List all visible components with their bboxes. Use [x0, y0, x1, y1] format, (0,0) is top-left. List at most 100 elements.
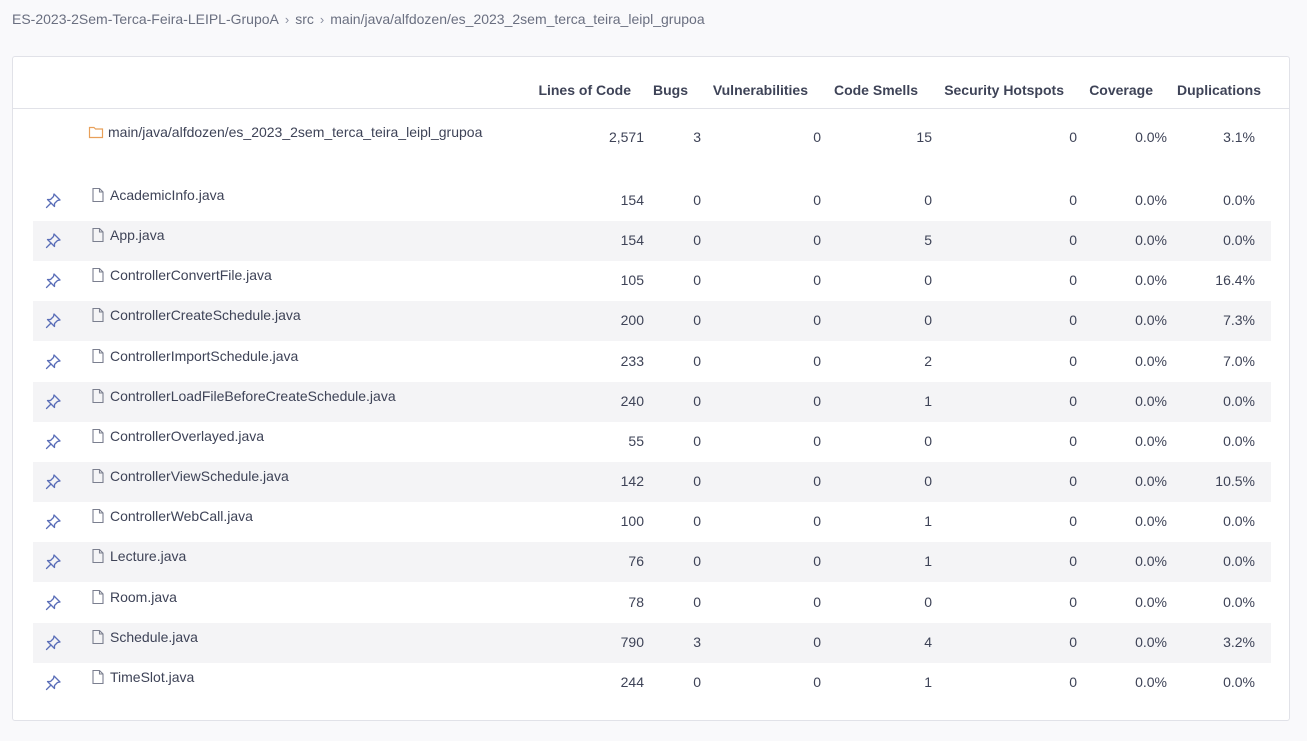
file-loc[interactable]: 790 — [621, 634, 644, 650]
file-security-hotspots[interactable]: 0 — [1069, 353, 1077, 369]
header-security-hotspots[interactable]: Security Hotspots — [944, 82, 1064, 98]
file-code-smells[interactable]: 2 — [924, 353, 932, 369]
file-name[interactable]: ControllerImportSchedule.java — [90, 348, 298, 364]
pin-icon[interactable] — [43, 311, 63, 331]
file-security-hotspots[interactable]: 0 — [1069, 272, 1077, 288]
table-row[interactable]: TimeSlot.java 244 0 0 1 0 0.0% 0.0% — [33, 663, 1271, 703]
file-name[interactable]: ControllerLoadFileBeforeCreateSchedule.j… — [90, 388, 396, 404]
pin-icon[interactable] — [43, 231, 63, 251]
header-duplications[interactable]: Duplications — [1177, 82, 1261, 98]
file-code-smells[interactable]: 1 — [924, 674, 932, 690]
file-bugs[interactable]: 0 — [693, 393, 701, 409]
pin-icon[interactable] — [43, 552, 63, 572]
file-duplications[interactable]: 7.0% — [1223, 353, 1255, 369]
file-loc[interactable]: 55 — [628, 433, 644, 449]
file-code-smells[interactable]: 1 — [924, 553, 932, 569]
file-duplications[interactable]: 0.0% — [1223, 553, 1255, 569]
table-row[interactable]: Room.java 78 0 0 0 0 0.0% 0.0% — [33, 583, 1271, 623]
table-row[interactable]: AcademicInfo.java 154 0 0 0 0 0.0% 0.0% — [33, 181, 1271, 221]
file-vulnerabilities[interactable]: 0 — [813, 634, 821, 650]
file-vulnerabilities[interactable]: 0 — [813, 272, 821, 288]
file-vulnerabilities[interactable]: 0 — [813, 513, 821, 529]
file-bugs[interactable]: 0 — [693, 473, 701, 489]
file-loc[interactable]: 154 — [621, 192, 644, 208]
table-row[interactable]: ControllerOverlayed.java 55 0 0 0 0 0.0%… — [33, 422, 1271, 462]
file-vulnerabilities[interactable]: 0 — [813, 192, 821, 208]
file-loc[interactable]: 142 — [621, 473, 644, 489]
table-row[interactable]: Schedule.java 790 3 0 4 0 0.0% 3.2% — [33, 623, 1271, 663]
header-vulnerabilities[interactable]: Vulnerabilities — [713, 82, 808, 98]
file-vulnerabilities[interactable]: 0 — [813, 232, 821, 248]
header-code-smells[interactable]: Code Smells — [834, 82, 918, 98]
pin-icon[interactable] — [43, 633, 63, 653]
file-security-hotspots[interactable]: 0 — [1069, 433, 1077, 449]
table-row[interactable]: ControllerConvertFile.java 105 0 0 0 0 0… — [33, 261, 1271, 301]
file-duplications[interactable]: 7.3% — [1223, 312, 1255, 328]
file-duplications[interactable]: 0.0% — [1223, 594, 1255, 610]
file-duplications[interactable]: 0.0% — [1223, 393, 1255, 409]
pin-icon[interactable] — [43, 352, 63, 372]
file-bugs[interactable]: 0 — [693, 232, 701, 248]
file-vulnerabilities[interactable]: 0 — [813, 433, 821, 449]
file-duplications[interactable]: 3.2% — [1223, 634, 1255, 650]
file-bugs[interactable]: 0 — [693, 192, 701, 208]
file-loc[interactable]: 76 — [628, 553, 644, 569]
pin-icon[interactable] — [43, 673, 63, 693]
breadcrumb-project[interactable]: ES-2023-2Sem-Terca-Feira-LEIPL-GrupoA — [12, 11, 279, 27]
file-duplications[interactable]: 0.0% — [1223, 232, 1255, 248]
file-code-smells[interactable]: 0 — [924, 272, 932, 288]
file-loc[interactable]: 233 — [621, 353, 644, 369]
file-code-smells[interactable]: 0 — [924, 312, 932, 328]
file-security-hotspots[interactable]: 0 — [1069, 634, 1077, 650]
file-security-hotspots[interactable]: 0 — [1069, 312, 1077, 328]
file-security-hotspots[interactable]: 0 — [1069, 473, 1077, 489]
file-security-hotspots[interactable]: 0 — [1069, 232, 1077, 248]
file-duplications[interactable]: 10.5% — [1215, 473, 1255, 489]
file-duplications[interactable]: 0.0% — [1223, 192, 1255, 208]
file-bugs[interactable]: 0 — [693, 433, 701, 449]
file-duplications[interactable]: 0.0% — [1223, 513, 1255, 529]
file-loc[interactable]: 105 — [621, 272, 644, 288]
file-security-hotspots[interactable]: 0 — [1069, 513, 1077, 529]
breadcrumb-path[interactable]: main/java/alfdozen/es_2023_2sem_terca_te… — [330, 11, 704, 27]
table-row[interactable]: Lecture.java 76 0 0 1 0 0.0% 0.0% — [33, 542, 1271, 582]
directory-security-hotspots[interactable]: 0 — [1069, 129, 1077, 145]
file-duplications[interactable]: 0.0% — [1223, 674, 1255, 690]
file-duplications[interactable]: 16.4% — [1215, 272, 1255, 288]
pin-icon[interactable] — [43, 593, 63, 613]
file-bugs[interactable]: 0 — [693, 674, 701, 690]
file-code-smells[interactable]: 1 — [924, 393, 932, 409]
pin-icon[interactable] — [43, 472, 63, 492]
directory-name[interactable]: main/java/alfdozen/es_2023_2sem_terca_te… — [88, 124, 482, 140]
directory-loc[interactable]: 2,571 — [609, 129, 644, 145]
file-loc[interactable]: 244 — [621, 674, 644, 690]
directory-bugs[interactable]: 3 — [693, 129, 701, 145]
pin-icon[interactable] — [43, 432, 63, 452]
file-bugs[interactable]: 0 — [693, 513, 701, 529]
file-name[interactable]: ControllerConvertFile.java — [90, 267, 272, 283]
table-row[interactable]: ControllerLoadFileBeforeCreateSchedule.j… — [33, 382, 1271, 422]
breadcrumb-src[interactable]: src — [295, 11, 314, 27]
directory-vulnerabilities[interactable]: 0 — [813, 129, 821, 145]
file-bugs[interactable]: 0 — [693, 272, 701, 288]
directory-row[interactable]: main/java/alfdozen/es_2023_2sem_terca_te… — [33, 113, 1271, 169]
table-row[interactable]: ControllerViewSchedule.java 142 0 0 0 0 … — [33, 462, 1271, 502]
file-bugs[interactable]: 0 — [693, 553, 701, 569]
file-name[interactable]: ControllerWebCall.java — [90, 508, 253, 524]
header-bugs[interactable]: Bugs — [653, 82, 688, 98]
file-loc[interactable]: 200 — [621, 312, 644, 328]
file-name[interactable]: AcademicInfo.java — [90, 187, 224, 203]
file-vulnerabilities[interactable]: 0 — [813, 594, 821, 610]
file-vulnerabilities[interactable]: 0 — [813, 393, 821, 409]
file-loc[interactable]: 240 — [621, 393, 644, 409]
header-coverage[interactable]: Coverage — [1089, 82, 1153, 98]
file-code-smells[interactable]: 0 — [924, 594, 932, 610]
file-name[interactable]: ControllerViewSchedule.java — [90, 468, 289, 484]
file-vulnerabilities[interactable]: 0 — [813, 353, 821, 369]
file-code-smells[interactable]: 0 — [924, 473, 932, 489]
file-name[interactable]: ControllerOverlayed.java — [90, 428, 264, 444]
pin-icon[interactable] — [43, 271, 63, 291]
file-code-smells[interactable]: 0 — [924, 192, 932, 208]
file-name[interactable]: App.java — [90, 227, 164, 243]
directory-code-smells[interactable]: 15 — [916, 129, 932, 145]
